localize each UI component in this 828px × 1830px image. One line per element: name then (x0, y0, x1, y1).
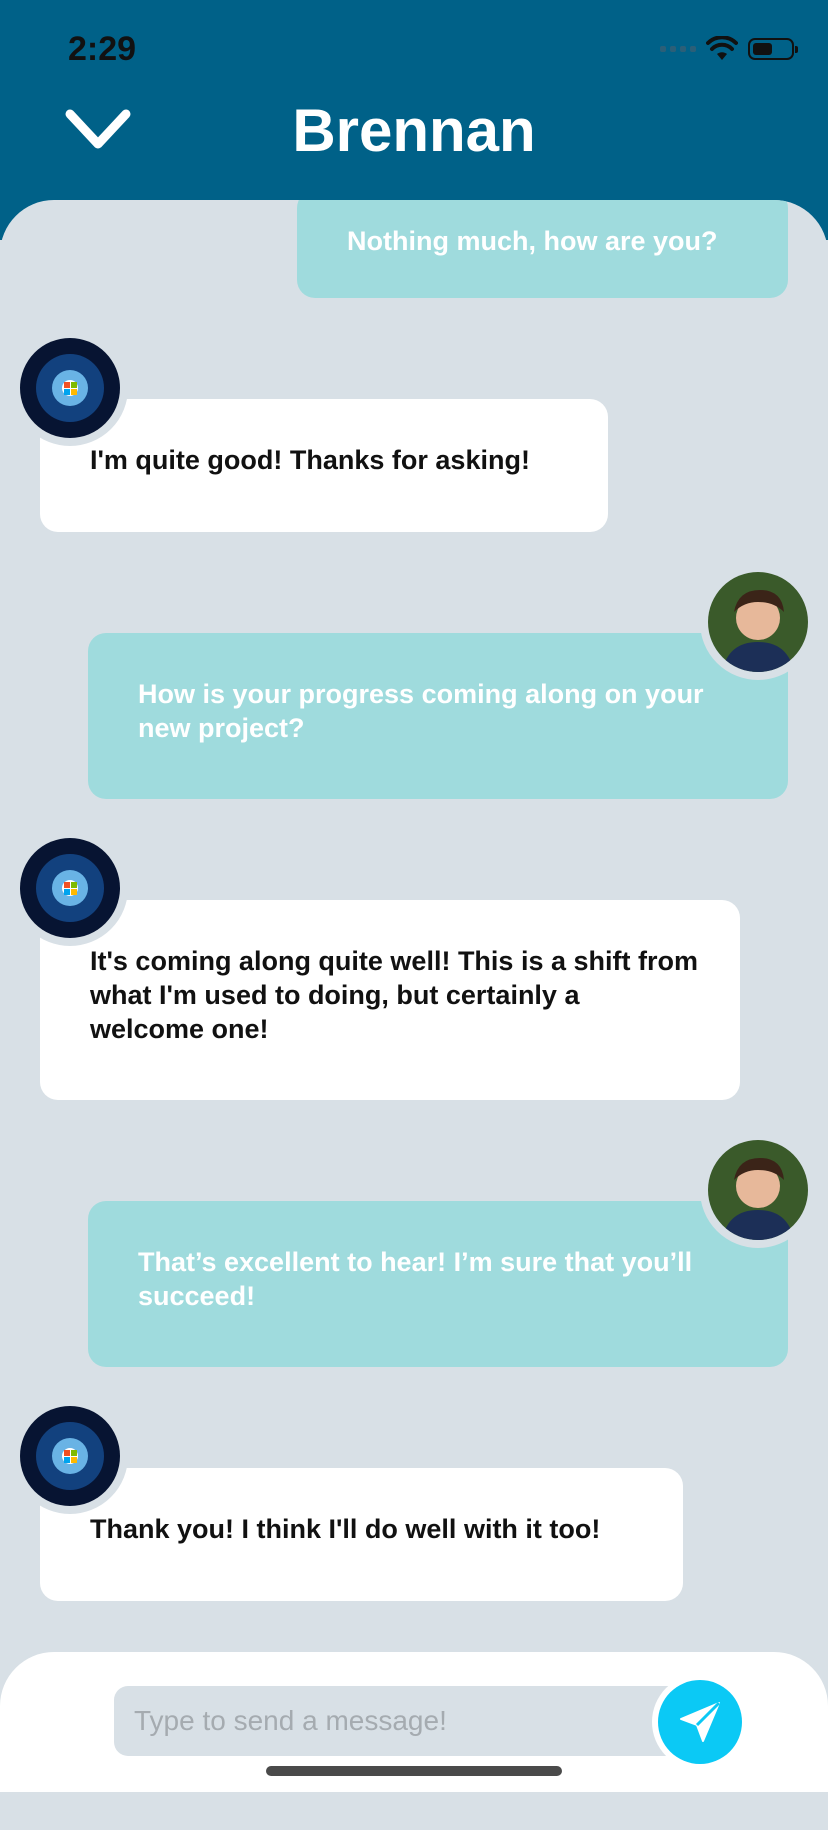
contact-avatar (12, 830, 128, 946)
message-input[interactable] (114, 1686, 694, 1756)
user-avatar (700, 1132, 816, 1248)
message-bubble-incoming: It's coming along quite well! This is a … (40, 900, 740, 1100)
message-text: I'm quite good! Thanks for asking! (90, 445, 530, 475)
message-text: That’s excellent to hear! I’m sure that … (138, 1247, 693, 1311)
battery-icon (748, 38, 798, 60)
message-text: It's coming along quite well! This is a … (90, 946, 698, 1044)
status-time: 2:29 (68, 30, 137, 68)
message-text: How is your progress coming along on you… (138, 679, 704, 743)
message-bubble-outgoing: That’s excellent to hear! I’m sure that … (88, 1201, 788, 1367)
contact-name: Brennan (292, 97, 536, 164)
wifi-icon (706, 36, 738, 60)
message-bubble-outgoing: Nothing much, how are you? (297, 200, 788, 298)
message-bubble-outgoing: How is your progress coming along on you… (88, 633, 788, 799)
message-text: Thank you! I think I'll do well with it … (90, 1514, 601, 1544)
home-indicator[interactable] (266, 1766, 562, 1776)
paper-plane-icon (680, 1701, 721, 1742)
status-icons (660, 36, 798, 62)
contact-avatar (12, 330, 128, 446)
message-bubble-incoming: I'm quite good! Thanks for asking! (40, 399, 608, 532)
send-button[interactable] (658, 1680, 742, 1764)
message-list[interactable]: Nothing much, how are you? I'm quite goo… (0, 200, 828, 1830)
message-text: Nothing much, how are you? (347, 226, 718, 256)
signal-icon (660, 46, 696, 52)
contact-avatar (12, 1398, 128, 1514)
send-button-ring (652, 1674, 748, 1770)
message-bubble-incoming: Thank you! I think I'll do well with it … (40, 1468, 683, 1601)
user-avatar (700, 564, 816, 680)
